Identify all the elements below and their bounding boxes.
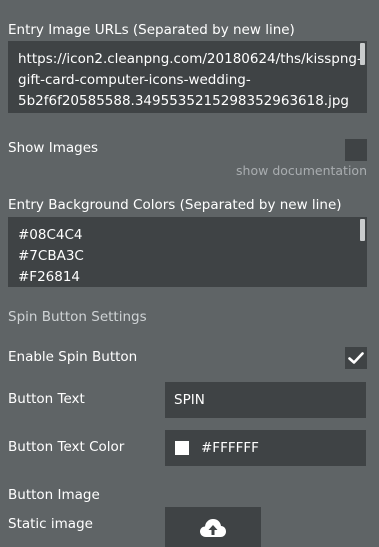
spin-button-settings-title: Spin Button Settings [8, 309, 147, 325]
show-images-checkbox[interactable] [345, 139, 367, 161]
entry-image-url-line: https://icon2.cleanpng.com/20180624/ths/… [18, 51, 362, 67]
show-images-label: Show Images [8, 140, 99, 156]
entry-background-colors-label: Entry Background Colors (Separated by ne… [8, 197, 342, 213]
button-text-label: Button Text [8, 391, 85, 407]
entry-image-url-line: gift-card-computer-icons-wedding- [18, 72, 251, 88]
entry-image-urls-label: Entry Image URLs (Separated by new line) [8, 22, 295, 38]
textarea-scrollbar[interactable] [360, 219, 365, 241]
entry-image-urls-textarea[interactable]: https://icon2.cleanpng.com/20180624/ths/… [8, 41, 367, 113]
cloud-upload-icon [200, 519, 226, 537]
entry-background-colors-textarea[interactable]: #08C4C4 #7CBA3C #F26814 [8, 217, 367, 287]
entry-color-line: #7CBA3C [18, 248, 84, 264]
enable-spin-button-label: Enable Spin Button [8, 349, 138, 365]
entry-color-line: #08C4C4 [18, 227, 83, 243]
enable-spin-button-checkbox[interactable] [345, 347, 367, 369]
button-text-color-label: Button Text Color [8, 439, 125, 455]
color-value-text: #FFFFFF [201, 440, 259, 456]
button-text-color-input[interactable]: #FFFFFF [165, 430, 366, 466]
show-documentation-link[interactable]: show documentation [236, 163, 367, 178]
entry-color-line: #F26814 [18, 269, 81, 285]
static-image-label: Static image [8, 516, 93, 532]
textarea-scrollbar[interactable] [360, 43, 365, 65]
static-image-upload[interactable] [165, 507, 261, 547]
color-swatch[interactable] [175, 441, 189, 455]
button-image-label: Button Image [8, 487, 100, 503]
button-text-input[interactable]: SPIN [165, 382, 366, 418]
check-icon [348, 352, 364, 364]
entry-image-url-line: 5b2f6f20585588.3495535215298352963618.jp… [18, 93, 349, 109]
